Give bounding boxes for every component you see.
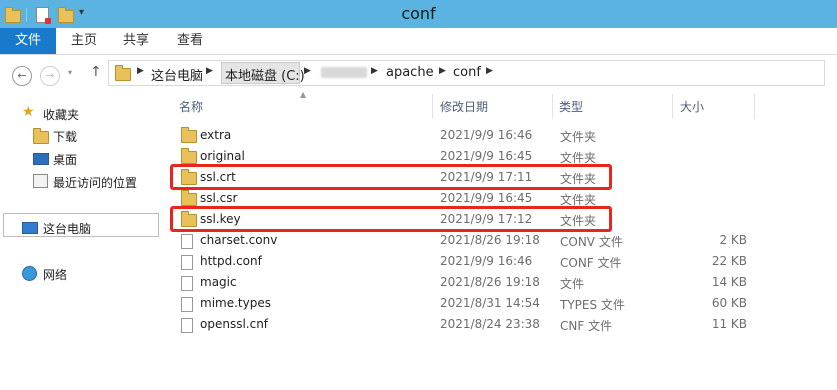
desktop-icon (33, 153, 49, 165)
list-item[interactable]: magic 2021/8/26 19:18 文件 14 KB (170, 272, 755, 293)
nav-item-desktop[interactable]: 桌面 (53, 151, 77, 168)
breadcrumb-apache[interactable]: apache (386, 65, 434, 80)
file-name: httpd.conf (200, 254, 262, 268)
column-divider[interactable] (754, 94, 755, 119)
folder-icon (181, 127, 197, 143)
tab-home[interactable]: 主页 (62, 28, 106, 54)
nav-item-downloads[interactable]: 下载 (53, 128, 77, 145)
list-item[interactable]: extra 2021/9/9 16:46 文件夹 (170, 125, 755, 146)
file-modified: 2021/9/9 16:45 (440, 191, 533, 205)
file-name: original (200, 149, 245, 163)
highlight-box-ssl-crt (170, 164, 612, 190)
file-size: 2 KB (719, 233, 747, 247)
file-type: 文件夹 (560, 130, 597, 144)
breadcrumb-local-disk[interactable]: 本地磁盘 (C:) (225, 65, 305, 84)
nav-item-network[interactable]: 网络 (43, 266, 67, 283)
column-header-type[interactable]: 类型 (553, 94, 672, 119)
ribbon: 文件 主页 共享 查看 (0, 28, 837, 55)
list-item[interactable]: charset.conv 2021/8/26 19:18 CONV 文件 2 K… (170, 230, 755, 251)
address-bar[interactable]: ▶ 这台电脑 ▶ 本地磁盘 (C:) ▶ ▶ apache ▶ conf ▶ (108, 60, 825, 86)
file-modified: 2021/9/9 16:45 (440, 149, 533, 163)
file-name: extra (200, 128, 232, 142)
file-type: CONV 文件 (560, 235, 623, 249)
file-name: ssl.csr (200, 191, 238, 205)
file-size: 22 KB (711, 254, 747, 268)
redacted-segment (321, 67, 367, 78)
column-header-modified[interactable]: 修改日期 (433, 94, 552, 119)
computer-icon (22, 222, 38, 234)
recent-places-icon (33, 174, 48, 188)
file-modified: 2021/8/26 19:18 (440, 275, 540, 289)
file-size: 11 KB (711, 317, 747, 331)
file-modified: 2021/8/26 19:18 (440, 233, 540, 247)
folder-icon (115, 65, 131, 81)
file-name: magic (200, 275, 237, 289)
tab-view[interactable]: 查看 (168, 28, 212, 54)
network-icon (22, 266, 37, 281)
title-bar: ▾ conf (0, 0, 837, 28)
file-icon (181, 255, 193, 270)
forward-button[interactable]: → (40, 66, 60, 86)
nav-item-favorites[interactable]: 收藏夹 (43, 106, 79, 123)
file-icon (181, 297, 193, 312)
column-header-name[interactable]: 名称 (170, 94, 432, 119)
file-modified: 2021/8/24 23:38 (440, 317, 540, 331)
chevron-right-icon[interactable]: ▶ (206, 66, 213, 76)
chevron-right-icon[interactable]: ▶ (371, 66, 378, 76)
breadcrumb-this-pc[interactable]: 这台电脑 (151, 65, 203, 84)
breadcrumb-conf[interactable]: conf (453, 65, 481, 80)
folder-icon (181, 190, 197, 206)
tab-file[interactable]: 文件 (0, 28, 56, 54)
nav-item-recent[interactable]: 最近访问的位置 (53, 174, 137, 191)
highlight-box-ssl-key (170, 206, 612, 232)
file-type: CONF 文件 (560, 256, 622, 270)
column-header-size[interactable]: 大小 (673, 94, 755, 119)
chevron-right-icon[interactable]: ▶ (439, 66, 446, 76)
file-icon (181, 276, 193, 291)
list-item[interactable]: httpd.conf 2021/9/9 16:46 CONF 文件 22 KB (170, 251, 755, 272)
window-title: conf (401, 4, 436, 23)
recent-locations-icon[interactable]: ▾ (68, 68, 72, 77)
file-type: 文件 (560, 277, 585, 291)
nav-item-this-pc[interactable]: 这台电脑 (43, 220, 91, 237)
list-item[interactable]: openssl.cnf 2021/8/24 23:38 CNF 文件 11 KB (170, 314, 755, 335)
star-icon: ★ (22, 104, 35, 120)
file-size: 14 KB (711, 275, 747, 289)
file-name: charset.conv (200, 233, 278, 247)
file-size: 60 KB (711, 296, 747, 310)
file-modified: 2021/8/31 14:54 (440, 296, 540, 310)
navigation-pane: ★ 收藏夹 下载 桌面 最近访问的位置 这台电脑 网络 (0, 94, 160, 390)
chevron-right-icon[interactable]: ▶ (137, 66, 144, 76)
list-item[interactable]: mime.types 2021/8/31 14:54 TYPES 文件 60 K… (170, 293, 755, 314)
file-icon (181, 318, 193, 333)
tab-share[interactable]: 共享 (114, 28, 158, 54)
folder-icon (181, 148, 197, 164)
file-type: TYPES 文件 (560, 298, 625, 312)
chevron-right-icon[interactable]: ▶ (486, 66, 493, 76)
downloads-icon (33, 128, 49, 144)
back-button[interactable]: ← (12, 66, 32, 86)
up-button[interactable]: ↑ (90, 64, 102, 80)
chevron-right-icon[interactable]: ▶ (304, 66, 311, 76)
file-name: mime.types (200, 296, 271, 310)
file-name: openssl.cnf (200, 317, 269, 331)
file-icon (181, 234, 193, 249)
file-modified: 2021/9/9 16:46 (440, 128, 533, 142)
file-type: CNF 文件 (560, 319, 613, 333)
file-modified: 2021/9/9 16:46 (440, 254, 533, 268)
